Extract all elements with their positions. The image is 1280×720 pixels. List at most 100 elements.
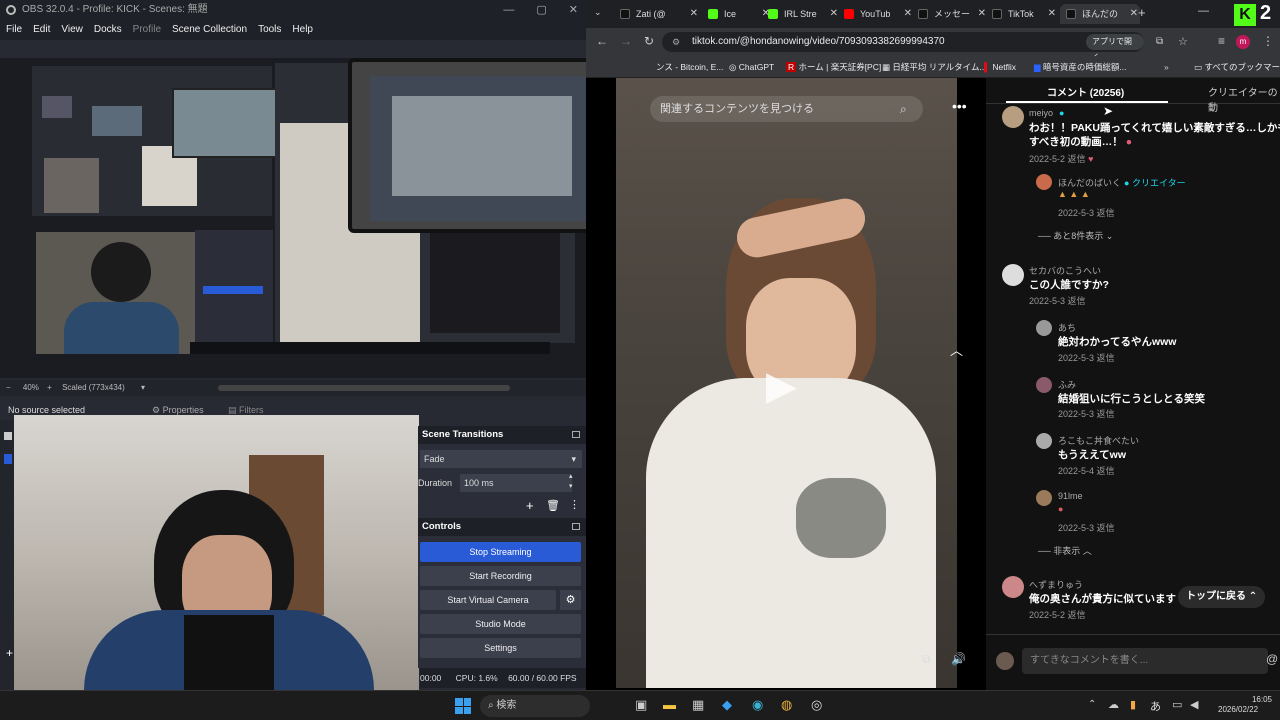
scaled-dropdown-icon[interactable]: ▾: [141, 383, 145, 392]
comment-author[interactable]: ほんだのばいく: [1058, 176, 1121, 189]
more-vertical-icon[interactable]: ⋮: [569, 498, 580, 511]
add-transition-icon[interactable]: +: [526, 498, 534, 513]
tab-youtube[interactable]: YouTub ✕: [838, 4, 914, 24]
new-tab-icon[interactable]: +: [1138, 5, 1146, 20]
zoom-minus-icon[interactable]: −: [6, 383, 11, 392]
volume-icon[interactable]: 🔊: [951, 652, 966, 666]
profile-avatar[interactable]: m: [1236, 35, 1250, 49]
popout-icon[interactable]: [572, 431, 580, 438]
virtual-camera-settings-gear-icon[interactable]: ⚙: [560, 590, 581, 610]
tiktok-search-bar[interactable]: 関連するコンテンツを見つける ⌕: [650, 96, 923, 122]
tab-tiktok[interactable]: TikTok ✕: [986, 4, 1058, 24]
reply-button[interactable]: 返信: [1097, 523, 1115, 533]
windows-start-icon[interactable]: [455, 698, 471, 714]
avatar[interactable]: [1036, 320, 1052, 336]
forward-arrow-icon[interactable]: →: [620, 34, 632, 48]
menu-help[interactable]: Help: [292, 20, 313, 40]
open-in-app-button[interactable]: アプリで開く: [1086, 34, 1144, 62]
tiktok-video[interactable]: ▶: [616, 78, 957, 688]
cloud-icon[interactable]: ☁: [1108, 698, 1119, 711]
file-explorer-icon[interactable]: ▬: [663, 697, 676, 712]
menu-profile[interactable]: Profile: [133, 20, 161, 40]
close-icon[interactable]: ✕: [569, 0, 578, 20]
kebab-menu-icon[interactable]: ⋮: [1262, 34, 1274, 48]
clock[interactable]: 16:05: [1242, 694, 1272, 705]
transition-select[interactable]: Fade ▾: [420, 450, 582, 468]
bookmark-rakuten[interactable]: R ホーム | 楽天証券[PC]: [786, 56, 881, 78]
duration-input[interactable]: 100 ms: [460, 474, 572, 492]
extensions-icon[interactable]: ≡: [1218, 34, 1225, 48]
tab-irl-stream[interactable]: IRL Stre ✕: [762, 4, 840, 24]
tab-close-icon[interactable]: ✕: [978, 4, 986, 24]
taskbar-search[interactable]: ⌕ 検索: [480, 695, 590, 717]
avatar[interactable]: [1002, 264, 1024, 286]
tab-creator-videos[interactable]: クリエイターの動: [1208, 84, 1280, 114]
avatar[interactable]: [1036, 490, 1052, 506]
tab-close-icon[interactable]: ✕: [690, 4, 698, 24]
edge-icon[interactable]: ◉: [752, 697, 763, 713]
tab-comments[interactable]: コメント (20256): [1047, 84, 1124, 99]
reload-icon[interactable]: ↻: [644, 34, 654, 48]
store-icon[interactable]: ▦: [692, 697, 704, 713]
hide-replies[interactable]: ── 非表示 ︿: [1038, 544, 1092, 557]
stepper-down-icon[interactable]: ▾: [569, 482, 573, 490]
add-scene-icon[interactable]: +: [6, 646, 13, 660]
menu-view[interactable]: View: [61, 20, 83, 40]
avatar[interactable]: [1036, 174, 1052, 190]
reply-button[interactable]: 返信: [1068, 610, 1086, 620]
start-recording-button[interactable]: Start Recording: [420, 566, 581, 586]
avatar[interactable]: [1036, 377, 1052, 393]
maximize-icon[interactable]: ▢: [536, 0, 546, 20]
reply-button[interactable]: 返信: [1068, 154, 1086, 164]
menu-tools[interactable]: Tools: [258, 20, 281, 40]
tab-honda-active[interactable]: ほんだの ✕: [1060, 4, 1140, 24]
tab-close-icon[interactable]: ✕: [830, 4, 838, 24]
obs-preview[interactable]: [0, 58, 656, 378]
zoom-plus-icon[interactable]: +: [47, 383, 52, 392]
minimize-icon[interactable]: —: [1198, 5, 1209, 17]
comment-author[interactable]: セカバのこうへい: [1029, 264, 1101, 277]
comment-input[interactable]: すてきなコメントを書く...: [1022, 648, 1268, 674]
tab-close-icon[interactable]: ✕: [1130, 4, 1138, 24]
tray-chevron-icon[interactable]: ⌃: [1088, 699, 1096, 710]
reply-button[interactable]: 返信: [1097, 208, 1115, 218]
tab-close-icon[interactable]: ✕: [904, 4, 912, 24]
show-more-replies[interactable]: ── あと8件表示 ⌄: [1038, 229, 1113, 242]
tab-zati[interactable]: Zati (@ ✕: [614, 4, 700, 24]
mention-icon[interactable]: @: [1266, 652, 1278, 666]
bookmark-chatgpt[interactable]: ◎ ChatGPT: [729, 56, 774, 78]
site-info-icon[interactable]: ⚙: [672, 32, 680, 52]
reply-button[interactable]: 返信: [1097, 466, 1115, 476]
bookmark-star-icon[interactable]: ☆: [1178, 32, 1188, 52]
copilot-icon[interactable]: ◆: [722, 697, 732, 713]
like-icon[interactable]: ♥: [1088, 154, 1093, 164]
volume-icon[interactable]: ◀: [1190, 698, 1198, 711]
settings-button[interactable]: Settings: [420, 638, 581, 658]
address-bar[interactable]: ⚙ tiktok.com/@hondanowing/video/70930933…: [662, 32, 1188, 62]
back-to-top-button[interactable]: トップに戻る ⌃: [1178, 586, 1266, 608]
search-icon[interactable]: ⌕: [900, 96, 907, 122]
menu-edit[interactable]: Edit: [33, 20, 50, 40]
mic-icon[interactable]: ▮: [1130, 698, 1136, 711]
minimize-icon[interactable]: —: [503, 0, 514, 20]
pip-icon[interactable]: ⧉: [922, 652, 931, 667]
menu-docks[interactable]: Docks: [94, 20, 122, 40]
menu-scene-collection[interactable]: Scene Collection: [172, 20, 247, 40]
play-icon[interactable]: ▶: [766, 363, 816, 408]
avatar[interactable]: [1036, 433, 1052, 449]
start-virtual-camera-button[interactable]: Start Virtual Camera: [420, 590, 556, 610]
comment-author[interactable]: ふみ: [1058, 378, 1076, 391]
more-options-icon[interactable]: •••: [952, 98, 967, 114]
stepper-up-icon[interactable]: ▴: [569, 472, 573, 480]
back-arrow-icon[interactable]: ←: [596, 34, 608, 48]
network-icon[interactable]: ▭: [1172, 698, 1182, 711]
popout-icon[interactable]: [572, 523, 580, 530]
reply-button[interactable]: 返信: [1097, 353, 1115, 363]
reply-button[interactable]: 返信: [1097, 409, 1115, 419]
tab-close-icon[interactable]: ✕: [1048, 4, 1056, 24]
scaled-mode[interactable]: Scaled (773x434): [62, 383, 125, 392]
comment-author[interactable]: 91lme: [1058, 491, 1083, 501]
bookmark-bitcoin[interactable]: ンス - Bitcoin, E...: [656, 56, 723, 78]
avatar[interactable]: [1002, 576, 1024, 598]
preview-scrollbar[interactable]: [218, 385, 510, 391]
